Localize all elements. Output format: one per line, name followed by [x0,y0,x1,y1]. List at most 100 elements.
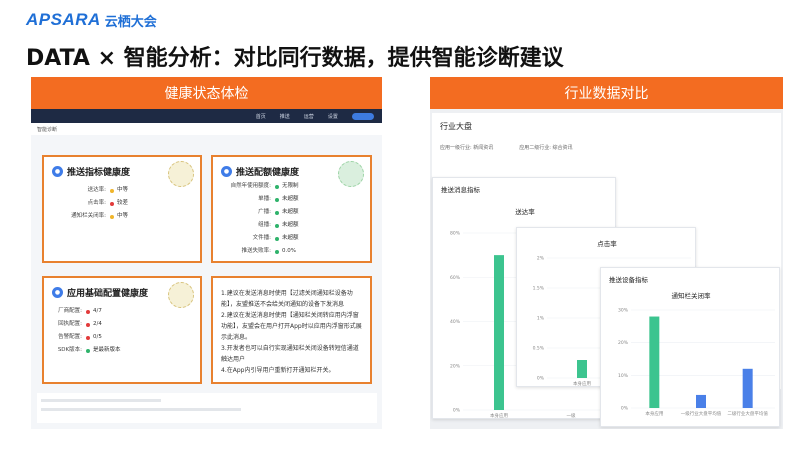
status-dot-icon [86,309,90,314]
status-label: 通知栏关闭率: [71,213,106,219]
status-dot-icon [275,184,279,189]
y-tick-label: 0.5% [533,346,545,352]
chart-title: 通知栏关闭率 [672,291,712,300]
status-row: 单播: 未超额 [213,193,370,206]
nav-push[interactable]: 推送 [280,113,290,120]
y-tick-label: 10% [618,373,629,379]
card-title: 应用基础配置健康度 [67,289,149,299]
industry-compare-banner: 行业数据对比 [430,77,783,109]
industry-filters: 应用一级行业: 新闻资讯 应用二级行业: 综合资讯 [432,140,781,155]
status-value: 较差 [117,200,129,206]
status-dot-icon [86,335,90,340]
y-tick-label: 40% [450,319,461,325]
footer-area [37,393,377,423]
y-tick-label: 30% [618,308,629,314]
status-row: 点击率: 较差 [44,197,200,210]
seal-stamp [338,161,364,187]
quota-icon: ● [221,166,232,177]
seal-stamp [168,282,194,308]
x-tick-label: 一级 [567,412,576,419]
apsara-logo: APSARA 云栖大会 [26,10,157,30]
advice-item: 3.开发者也可以自行实现通知栏关闭设备转短信通道触达用户 [221,345,359,363]
status-value: 未超额 [282,196,299,202]
status-label: 告警配置: [58,334,82,340]
status-value: 是最新版本 [93,347,121,353]
status-value: 中等 [117,187,129,193]
nav-home[interactable]: 首页 [256,113,266,120]
status-value: 无限制 [282,183,299,189]
status-dot-icon [275,210,279,215]
status-label: 推送失败率: [241,248,271,254]
status-dot-icon [275,197,279,202]
chart-svg: 通知栏关闭率 0% 10% 20% 30% 本身应用 一级行业大盘平均值 二级行业大盘平均值 [618,291,775,417]
x-tick-label: 一级行业大盘平均值 [681,410,722,417]
status-value: 2/4 [93,321,102,327]
seal-stamp [168,161,194,187]
app-icon: ● [52,287,63,298]
nav-operations[interactable]: 运营 [304,113,314,120]
status-label: 组播: [258,222,271,228]
advice-item: 4.在App内引导用户重新打开通知栏开关。 [221,367,335,374]
nav-settings[interactable]: 设置 [328,113,338,120]
y-tick-label: 2% [537,256,545,262]
y-tick-label: 60% [450,275,461,281]
y-tick-label: 20% [450,363,461,369]
filter-level2[interactable]: 应用二级行业: 综合资讯 [519,144,572,151]
y-tick-label: 80% [450,231,461,237]
search-pill[interactable] [351,112,374,120]
status-value: 0/5 [93,334,102,340]
status-dot-icon [86,348,90,353]
status-row: 回执配置: 2/4 [44,318,200,331]
bar [577,360,587,378]
status-row: 通知栏关闭率: 中等 [44,210,200,223]
bar [742,368,753,408]
y-tick-label: 0% [537,376,545,382]
bar [649,316,660,408]
status-label: 自然年使用额度: [230,183,271,189]
status-dot-icon [86,322,90,327]
industry-compare-panel: 行业数据对比 行业大盘 应用一级行业: 新闻资讯 应用二级行业: 综合资讯 推送… [430,77,783,429]
y-tick-label: 1% [537,316,545,322]
status-label: 广播: [258,209,271,215]
status-row: 广播: 未超额 [213,206,370,219]
status-label: 文件播: [252,235,271,241]
x-tick-label: 本身应用 [573,380,591,387]
x-tick-label: 本身应用 [490,412,508,419]
status-label: 单播: [258,196,271,202]
status-row: SDK版本: 是最新版本 [44,344,200,357]
status-value: 0.0% [282,248,296,254]
bell-icon: ● [52,166,63,177]
status-label: 送达率: [87,187,106,193]
sub-header: 智能诊断 [31,123,382,135]
status-dot-icon [110,201,114,206]
status-label: 点击率: [87,200,106,206]
status-value: 中等 [117,213,129,219]
advice-item: 2.建议在发送消息时使用【通知栏关闭转应用内浮窗功能】，友盟会在用户打开App时… [221,312,362,341]
filter-level1[interactable]: 应用一级行业: 新闻资讯 [440,144,493,151]
advice-list: 1.建议在发送消息时使用【过滤关闭通知栏设备功能】，友盟推送不会给关闭通知的设备… [213,278,370,386]
status-dot-icon [275,249,279,254]
app-config-card: ● 应用基础配置健康度 厂商配置: 4/7 回执配置: 2/4 告警配置: 0/5 SDK版… [42,276,202,384]
app-navbar: 首页 推送 运营 设置 [31,109,382,123]
status-row: 组播: 未超额 [213,219,370,232]
y-tick-label: 1.5% [533,286,545,292]
logo-mark: APSARA [26,10,101,29]
health-check-banner: 健康状态体检 [31,77,382,109]
status-label: 回执配置: [58,321,82,327]
status-value: 4/7 [93,308,102,314]
industry-title: 行业大盘 [440,122,472,131]
advice-card: 1.建议在发送消息时使用【过滤关闭通知栏设备功能】，友盟推送不会给关闭通知的设备… [211,276,372,384]
push-metrics-card: ● 推送指标健康度 送达率: 中等 点击率: 较差 通知栏关闭率: 中等 [42,155,202,263]
bar [494,255,504,410]
y-tick-label: 0% [621,406,629,412]
chart-title: 送达率 [515,207,535,216]
status-row: 告警配置: 0/5 [44,331,200,344]
y-tick-label: 0% [453,408,461,414]
status-label: SDK版本: [57,347,82,353]
page-title: DATA × 智能分析：对比同行数据，提供智能诊断建议 [26,46,564,71]
status-dot-icon [275,236,279,241]
status-value: 未超额 [282,222,299,228]
status-dot-icon [110,214,114,219]
chart-title: 点击率 [597,239,617,248]
x-tick-label: 本身应用 [645,410,663,417]
